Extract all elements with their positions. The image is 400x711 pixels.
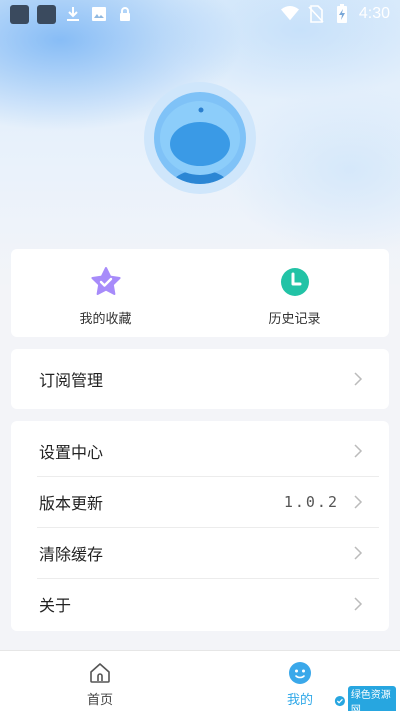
history-label: 历史记录 [268, 312, 321, 327]
my-favorites-label: 我的收藏 [79, 312, 132, 327]
settings-center-label: 设置中心 [39, 443, 104, 462]
status-left [10, 4, 134, 24]
avatar[interactable] [144, 82, 256, 194]
subscription-management-row[interactable]: 订阅管理 [11, 349, 389, 409]
status-right: 4:30 [280, 4, 390, 23]
status-time: 4:30 [358, 5, 390, 22]
nav-home-label: 首页 [86, 693, 113, 708]
clock-icon [280, 268, 309, 296]
clear-cache-label: 清除缓存 [39, 545, 104, 564]
subscription-card: 订阅管理 [11, 349, 389, 409]
watermark-logo-icon [334, 695, 345, 707]
version-update-label: 版本更新 [39, 494, 104, 513]
nav-mine-label: 我的 [286, 693, 313, 708]
star-check-icon [90, 267, 121, 295]
lock-icon [116, 5, 134, 23]
chevron-right-icon [354, 372, 363, 386]
my-favorites-button[interactable]: 我的收藏 [11, 249, 200, 337]
history-button[interactable]: 历史记录 [200, 249, 389, 337]
nav-home-tab[interactable]: 首页 [0, 651, 200, 711]
home-icon [90, 663, 110, 683]
chevron-right-icon [354, 444, 363, 458]
clear-cache-row[interactable]: 清除缓存 [11, 528, 389, 578]
mine-face-icon [289, 662, 311, 684]
no-sim-icon [307, 5, 325, 23]
version-update-row[interactable]: 版本更新 1.0.2 [11, 477, 389, 527]
image-icon [90, 5, 108, 23]
robot-avatar-icon [144, 82, 256, 194]
about-row[interactable]: 关于 [11, 579, 389, 629]
wifi-icon [280, 5, 299, 23]
battery-charging-icon [333, 4, 351, 23]
watermark-text: 绿色资源网 [347, 686, 396, 711]
favorites-card: 我的收藏 历史记录 [11, 249, 389, 337]
about-label: 关于 [39, 596, 72, 615]
version-number: 1.0.2 [283, 493, 339, 511]
chevron-right-icon [354, 495, 363, 509]
settings-center-row[interactable]: 设置中心 [11, 426, 389, 476]
app-icon [37, 4, 56, 24]
subscription-label: 订阅管理 [39, 371, 104, 390]
watermark: 绿色资源网 [334, 686, 396, 711]
app-icon [10, 4, 29, 24]
chevron-right-icon [354, 546, 363, 560]
download-icon [64, 5, 82, 23]
chevron-right-icon [354, 597, 363, 611]
settings-card: 设置中心 版本更新 1.0.2 清除缓存 关于 [11, 421, 389, 631]
status-bar: 4:30 [0, 0, 400, 28]
